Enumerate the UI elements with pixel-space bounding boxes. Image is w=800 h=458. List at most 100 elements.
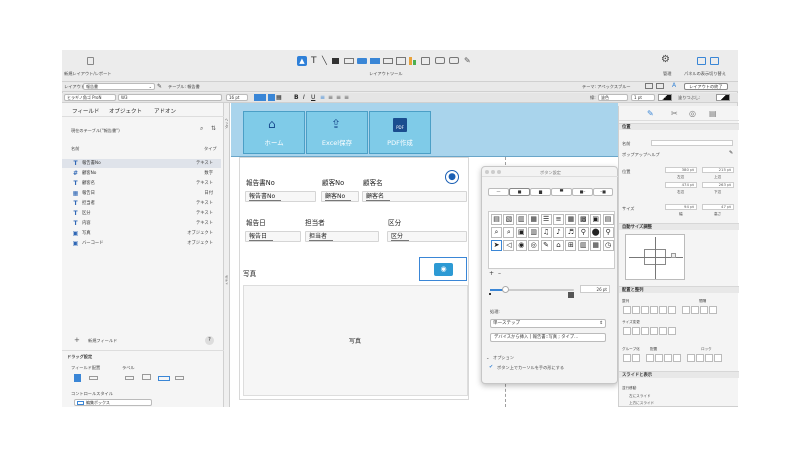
field-list-item[interactable]: ▣ バーコード オブジェクト [62, 239, 221, 248]
italic-button[interactable]: I [303, 94, 305, 101]
layout-select[interactable]: 報告書 ⌄ [83, 83, 155, 90]
group-button-1[interactable] [623, 354, 631, 362]
document-icon[interactable]: ▧ [503, 214, 515, 225]
user-icon[interactable]: ● [445, 170, 459, 184]
tab-objects[interactable]: オブジェクト [109, 107, 142, 115]
resize-button-1[interactable] [623, 327, 631, 335]
category-field[interactable]: 区分 [387, 231, 467, 242]
highlight-color-swatch[interactable] [268, 94, 275, 101]
add-icon-button[interactable]: + [489, 270, 494, 277]
field-list-item[interactable]: T 内容 テキスト [62, 219, 221, 228]
field-list-item[interactable]: # 顧客No 数字 [62, 169, 221, 178]
help-button[interactable]: ? [205, 336, 214, 345]
popover-button-tool-icon[interactable] [449, 57, 459, 64]
camera-icon[interactable]: ◉ [515, 240, 527, 251]
line-width-select[interactable]: 1 pt [631, 94, 655, 101]
staff-field[interactable]: 担当者 [305, 231, 379, 242]
barcode-icon[interactable]: ⊞ [565, 240, 577, 251]
font-weight-select[interactable]: W3 [118, 94, 222, 101]
web-viewer-tool-icon[interactable] [421, 57, 430, 65]
back-icon[interactable]: ◁ [503, 240, 515, 251]
pointer-tool-icon[interactable]: ▲ [297, 56, 307, 66]
panel-icon[interactable]: ▦ [590, 240, 602, 251]
align-button-7[interactable] [682, 306, 690, 314]
new-field-button[interactable]: 新規フィールド [88, 338, 117, 344]
appearance-tab-icon[interactable]: ◎ [689, 109, 696, 118]
theme-icon-2[interactable] [656, 83, 664, 89]
minimize-icon[interactable] [491, 170, 495, 174]
action-detail-button[interactable]: デバイスから挿入 [ 報告書::写真 ; タイプ... [490, 333, 606, 342]
podcast-icon[interactable]: ♬ [565, 227, 577, 238]
new-layout-icon[interactable] [87, 57, 94, 65]
close-icon[interactable] [485, 170, 489, 174]
list-icon[interactable]: ☰ [540, 214, 552, 225]
theme-icon[interactable] [645, 83, 653, 89]
home-button[interactable]: ⌂ ホーム [243, 111, 305, 154]
hand-cursor-checkbox[interactable]: ✔ [489, 364, 493, 370]
grid-icon[interactable]: ▦ [565, 214, 577, 225]
height-field[interactable]: 47 pt [702, 204, 734, 210]
bold-button[interactable]: B [294, 94, 299, 101]
video-icon[interactable]: ◎ [528, 240, 540, 251]
underline-button[interactable]: U [311, 94, 315, 101]
panel-toggle-icon[interactable] [697, 57, 706, 65]
pin-icon[interactable]: ⬤ [590, 227, 602, 238]
button-tool-icon[interactable] [357, 58, 367, 64]
music-icon[interactable]: ♫ [540, 227, 552, 238]
report-date-field[interactable]: 報告日 [245, 231, 301, 242]
button-bar-tool-icon[interactable] [370, 58, 380, 64]
align-justify-icon[interactable]: ≡ [344, 94, 349, 101]
frame-icon[interactable]: ▥ [528, 227, 540, 238]
remove-icon-button[interactable]: – [498, 270, 501, 277]
tab-fields[interactable]: フィールド [72, 107, 99, 115]
camera-button[interactable]: ◉ [419, 257, 467, 281]
format-painter-icon[interactable]: ✎ [464, 56, 471, 66]
arrange-section[interactable]: 配置と整列 [619, 286, 739, 293]
excel-save-button[interactable]: ⇪ Excel保存 [306, 111, 368, 154]
align-button-1[interactable] [623, 306, 631, 314]
resize-button-4[interactable] [650, 327, 658, 335]
resize-button-2[interactable] [632, 327, 640, 335]
tab-control-tool-icon[interactable] [383, 58, 393, 64]
exit-layout-button[interactable]: レイアウトの終了 [684, 83, 728, 90]
group-button-9[interactable] [705, 354, 713, 362]
position-section[interactable]: 位置 [619, 123, 739, 130]
header-part-label[interactable]: ヘッダ [224, 118, 230, 129]
group-button-3[interactable] [646, 354, 654, 362]
left-field[interactable]: 380 pt [665, 167, 697, 173]
group-button-5[interactable] [664, 354, 672, 362]
label-top-icon[interactable] [142, 374, 151, 380]
sort-icon[interactable]: ⇅ [211, 125, 216, 132]
autosize-section[interactable]: 自動サイズ調整 [619, 223, 739, 230]
group-button-6[interactable] [673, 354, 681, 362]
autosize-diagram[interactable] [625, 234, 685, 280]
chart-tool-icon[interactable] [409, 57, 412, 65]
align-button-8[interactable] [691, 306, 699, 314]
label-none-icon[interactable] [158, 376, 170, 381]
sheet-icon[interactable]: ▤ [602, 214, 614, 225]
field-list-item[interactable]: T 担当者 テキスト [62, 199, 221, 208]
align-button-4[interactable] [650, 306, 658, 314]
line-color-swatch[interactable] [658, 94, 672, 101]
label-left-icon[interactable] [125, 376, 134, 380]
align-button-6[interactable] [668, 306, 676, 314]
slider-thumb[interactable] [502, 286, 509, 293]
portal-tool-icon[interactable] [396, 57, 406, 65]
pen-icon[interactable]: ✎ [540, 240, 552, 251]
location-icon[interactable]: ⚲ [602, 227, 614, 238]
label-right-option[interactable]: ■– [572, 188, 593, 196]
cards-icon[interactable]: ▩ [577, 214, 589, 225]
label-icon-only-option[interactable]: ■ [509, 188, 530, 196]
resize-button-5[interactable] [659, 327, 667, 335]
panel-toggle-icon-2[interactable] [710, 57, 719, 65]
table-icon[interactable]: ▥ [515, 214, 527, 225]
field-list-item[interactable]: ▣ 写真 オブジェクト [62, 229, 221, 238]
text-style-icon[interactable]: ▦ [276, 94, 282, 101]
font-select[interactable]: ヒラギノ角ゴ ProN [64, 94, 116, 101]
line-style-select[interactable]: 塗色 [598, 94, 628, 101]
icon-size-field[interactable]: 26 pt [580, 285, 610, 293]
microphone-icon[interactable]: ⚲ [577, 227, 589, 238]
zoom-icon[interactable] [497, 170, 501, 174]
group-button-10[interactable] [714, 354, 722, 362]
fill-color-swatch[interactable] [716, 94, 730, 101]
